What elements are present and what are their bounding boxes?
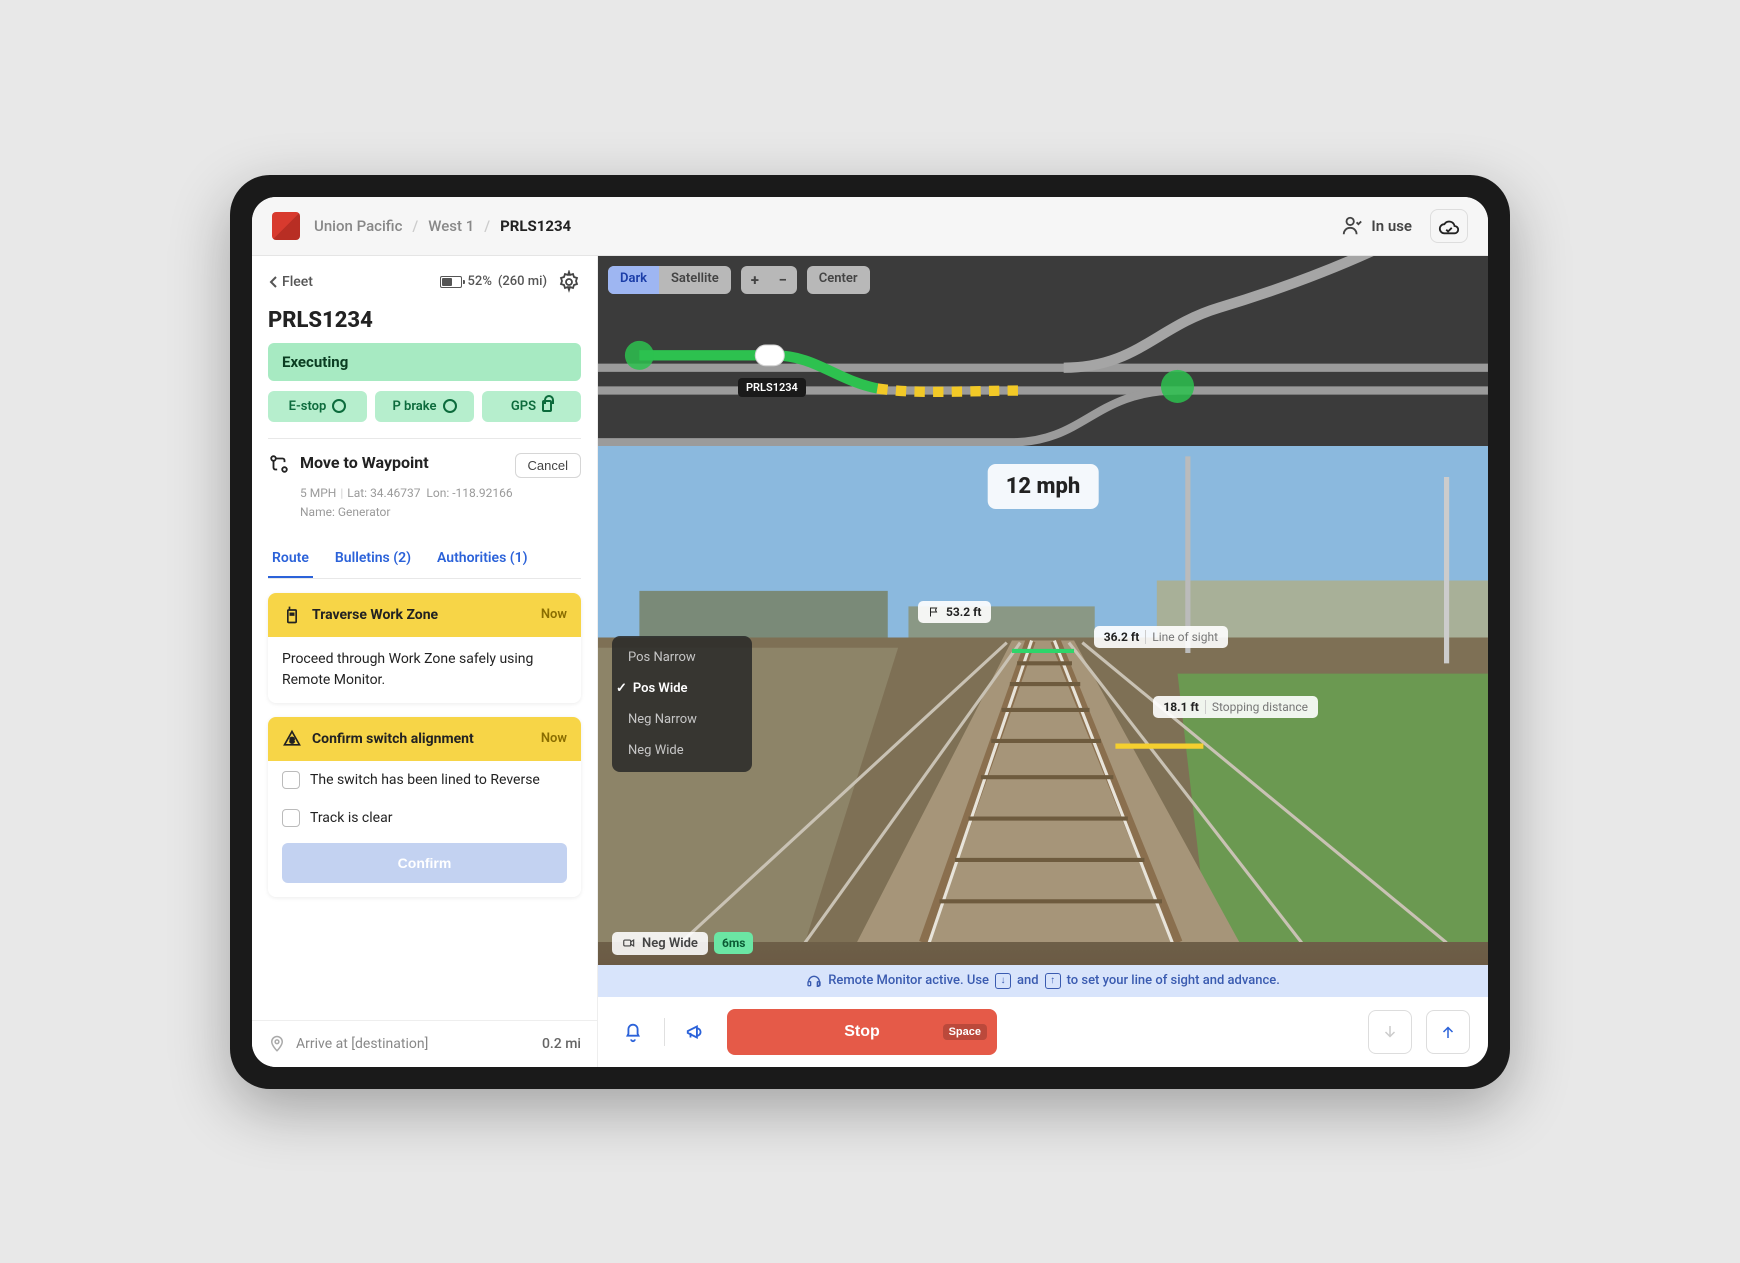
stop-label: Stop [844,1023,880,1041]
stop-shortcut: Space [943,1024,987,1040]
brand-logo [272,212,300,240]
check-label: Track is clear [310,810,392,826]
line-of-sight-overlay: 36.2 ft Line of sight [1094,626,1228,648]
breadcrumb: Union Pacific / West 1 / PRLS1234 [314,217,571,235]
arrow-up-hint: ↑ [1045,973,1061,989]
bottom-toolbar: Stop Space [598,997,1488,1067]
chevron-left-icon [268,275,278,289]
arrow-down-icon [1381,1023,1399,1041]
card-body: Proceed through Work Zone safely using R… [268,637,581,703]
card-title: Traverse Work Zone [312,607,438,623]
breadcrumb-region[interactable]: West 1 [428,217,474,235]
card-time: Now [541,607,567,622]
map-style-toggle: Dark Satellite [608,266,731,294]
unit-id-title: PRLS1234 [268,308,581,333]
confirm-switch-button[interactable]: Confirm [282,843,567,883]
los-increase-button[interactable] [1426,1010,1470,1054]
los-decrease-button[interactable] [1368,1010,1412,1054]
tab-bulletins[interactable]: Bulletins (2) [331,540,415,578]
speed-indicator: 12 mph [988,464,1099,509]
check-label: The switch has been lined to Reverse [310,772,540,788]
camera-pos-wide[interactable]: Pos Wide [612,673,752,704]
sidebar: Fleet 52% (260 mi) PRLS1234 Executing E-… [252,256,598,1067]
walkie-icon [282,605,302,625]
camera-icon [622,936,636,950]
cancel-waypoint-button[interactable]: Cancel [515,453,581,478]
battery-range: (260 mi) [498,274,547,289]
announce-button[interactable] [679,1015,713,1049]
pbrake-status[interactable]: P brake [375,391,474,422]
svg-text:S: S [290,736,295,745]
switch-warn-icon: S [282,729,302,749]
map-style-satellite[interactable]: Satellite [659,266,731,294]
flag-icon [928,606,940,618]
back-label: Fleet [282,274,313,290]
headset-icon [806,973,822,989]
arrow-up-icon [1439,1023,1457,1041]
pbrake-label: P brake [392,399,436,414]
tab-authorities[interactable]: Authorities (1) [433,540,532,578]
user-icon [1341,215,1363,237]
card-time: Now [541,731,567,746]
pin-icon [268,1035,286,1053]
checkbox-icon [282,771,300,789]
waypoint-icon [268,453,290,475]
lock-icon [542,400,552,412]
track-map[interactable]: Dark Satellite + − Center [598,256,1488,446]
ring-icon [443,399,457,413]
stop-button[interactable]: Stop Space [727,1009,997,1055]
checkbox-icon [282,809,300,827]
train-marker-label: PRLS1234 [738,378,806,397]
tab-route[interactable]: Route [268,540,313,578]
zoom-out-button[interactable]: − [769,266,797,294]
breadcrumb-sep: / [484,217,490,235]
camera-neg-wide[interactable]: Neg Wide [612,735,752,766]
battery-pct: 52% [468,274,492,289]
ring-icon [332,399,346,413]
waypoint-title: Move to Waypoint [300,453,429,472]
gps-status[interactable]: GPS [482,391,581,422]
stopping-distance-overlay: 18.1 ft Stopping distance [1153,696,1318,718]
app-header: Union Pacific / West 1 / PRLS1234 In use [252,197,1488,256]
check-track-clear[interactable]: Track is clear [268,799,581,837]
battery-icon [440,276,462,288]
back-to-fleet[interactable]: Fleet [268,274,313,290]
gps-label: GPS [511,399,536,414]
camera-latency: 6ms [714,932,753,954]
camera-select-menu: Pos Narrow Pos Wide Neg Narrow Neg Wide [612,636,752,772]
arrow-down-hint: ↓ [995,973,1011,989]
map-center-button[interactable]: Center [807,266,870,294]
settings-button[interactable] [557,270,581,294]
camera-pos-narrow[interactable]: Pos Narrow [612,642,752,673]
execution-status: Executing [268,343,581,381]
sidebar-tabs: Route Bulletins (2) Authorities (1) [268,540,581,579]
flag-distance: 53.2 ft [918,601,991,623]
route-card-switch: S Confirm switch alignment Now The switc… [268,717,581,897]
destination-distance: 0.2 mi [542,1036,581,1052]
battery-status: 52% (260 mi) [440,274,547,289]
card-title: Confirm switch alignment [312,731,474,747]
zoom-in-button[interactable]: + [741,266,769,294]
sidebar-footer: Arrive at [destination] 0.2 mi [252,1020,597,1067]
active-camera-chip[interactable]: Neg Wide [612,932,708,955]
megaphone-icon [685,1021,707,1043]
camera-neg-narrow[interactable]: Neg Narrow [612,704,752,735]
map-style-dark[interactable]: Dark [608,266,659,294]
check-switch-reverse[interactable]: The switch has been lined to Reverse [268,761,581,799]
session-status: In use [1371,217,1412,235]
camera-feed: 12 mph Pos Narrow Pos Wide Neg Narrow Ne… [598,446,1488,965]
breadcrumb-sep: / [412,217,418,235]
bell-icon [622,1021,644,1043]
map-zoom: + − [741,266,797,294]
route-card-workzone: Traverse Work Zone Now Proceed through W… [268,593,581,703]
estop-status[interactable]: E-stop [268,391,367,422]
destination-label: Arrive at [destination] [296,1036,428,1052]
breadcrumb-org[interactable]: Union Pacific [314,217,402,235]
cloud-sync-button[interactable] [1430,209,1468,243]
remote-monitor-banner: Remote Monitor active. Use ↓ and ↑ to se… [598,965,1488,997]
breadcrumb-unit: PRLS1234 [500,217,571,235]
estop-label: E-stop [289,399,327,414]
waypoint-meta: 5 MPH|Lat: 34.46737 Lon: -118.92166 Name… [300,484,581,522]
alerts-button[interactable] [616,1015,650,1049]
